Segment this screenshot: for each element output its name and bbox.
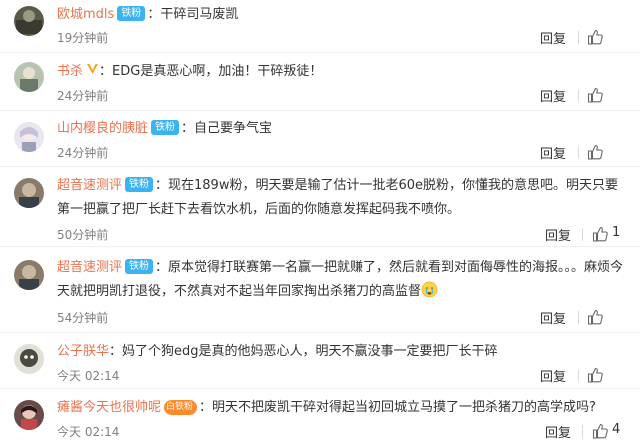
avatar[interactable]	[14, 62, 44, 92]
like-count: 1	[612, 225, 621, 240]
reply-button[interactable]: 回复	[540, 86, 566, 105]
comment-text: 欧城mdls 铁粉 ：干碎司马废凯	[57, 3, 624, 27]
like-icon[interactable]	[587, 87, 603, 103]
divider	[578, 31, 579, 44]
divider	[578, 146, 579, 159]
comment-text: 超音速测评 铁粉 ：现在189w粉，明天要是输了估计一批老60e脱粉，你懂我的意思吧…	[57, 174, 624, 222]
comment-item: 瘫酱今天也很帅呢 白铁粉 ：明天不把废凯干碎对得起当初回城立马摸了一把杀猪刀的高学成…	[0, 388, 640, 443]
crying-emoji-icon	[421, 281, 438, 298]
reply-button[interactable]: 回复	[540, 308, 566, 327]
avatar[interactable]	[14, 260, 44, 290]
username-link[interactable]: 欧城mdls	[57, 7, 114, 22]
like-icon[interactable]	[587, 367, 603, 383]
username-link[interactable]: 山内樱良的胰脏	[57, 121, 148, 136]
avatar[interactable]	[14, 122, 44, 152]
reply-button[interactable]: 回复	[540, 28, 566, 47]
comment-time: 今天 02:14	[57, 369, 120, 383]
divider	[582, 228, 583, 241]
like-icon[interactable]	[587, 309, 603, 325]
comment-content: ：明天不把废凯干碎对得起当初回城立马摸了一把杀猪刀的高学成吗?	[199, 400, 596, 415]
divider	[578, 311, 579, 324]
username-link[interactable]: 超音速测评	[57, 260, 122, 275]
reply-button[interactable]: 回复	[545, 422, 571, 441]
comment-item: 书杀 ：EDG是真恶心啊，加油！干碎叛徒！ 24分钟前 回复	[0, 52, 640, 111]
comment-item: 欧城mdls 铁粉 ：干碎司马废凯 19分钟前 回复	[0, 0, 640, 53]
avatar[interactable]	[14, 400, 44, 430]
comment-time: 54分钟前	[57, 311, 109, 325]
fan-badge[interactable]: 铁粉	[117, 6, 146, 21]
fan-badge[interactable]: 铁粉	[151, 120, 180, 135]
comment-content: ：干碎司马废凯	[147, 7, 239, 22]
fan-badge[interactable]: 铁粉	[125, 259, 154, 274]
divider	[582, 425, 583, 438]
like-icon[interactable]	[592, 226, 608, 242]
comment-text: 超音速测评 铁粉 ：原本觉得打联赛第一名赢一把就赚了，然后就看到对面侮辱性的海报。。…	[57, 256, 624, 304]
comment-item: 公子朕华：妈了个狗edg是真的他妈恶心人，明天不赢没事一定要把厂长干碎 今天 0…	[0, 332, 640, 389]
comment-time: 24分钟前	[57, 89, 109, 103]
username-link[interactable]: 瘫酱今天也很帅呢	[57, 400, 161, 415]
comment-text: 书杀 ：EDG是真恶心啊，加油！干碎叛徒！	[57, 60, 624, 84]
comment-item: 超音速测评 铁粉 ：原本觉得打联赛第一名赢一把就赚了，然后就看到对面侮辱性的海报。。…	[0, 246, 640, 333]
like-icon[interactable]	[587, 29, 603, 45]
comment-time: 今天 02:14	[57, 425, 120, 439]
comment-text: 山内樱良的胰脏 铁粉 ：自己要争气宝	[57, 117, 624, 141]
divider	[578, 89, 579, 102]
comment-time: 24分钟前	[57, 146, 109, 160]
comment-content: ：EDG是真恶心啊，加油！干碎叛徒！	[99, 64, 323, 79]
avatar[interactable]	[14, 344, 44, 374]
reply-button[interactable]: 回复	[540, 143, 566, 162]
comment-content: ：自己要争气宝	[181, 121, 273, 136]
like-icon[interactable]	[592, 423, 608, 439]
username-link[interactable]: 公子朕华	[57, 344, 109, 359]
username-link[interactable]: 书杀	[57, 64, 83, 79]
reply-button[interactable]: 回复	[540, 366, 566, 385]
comment-time: 50分钟前	[57, 228, 109, 242]
fan-badge[interactable]: 铁粉	[125, 177, 154, 192]
reply-button[interactable]: 回复	[545, 225, 571, 244]
comment-content: ：妈了个狗edg是真的他妈恶心人，明天不赢没事一定要把厂长干碎	[109, 344, 498, 359]
divider	[578, 369, 579, 382]
comment-item: 超音速测评 铁粉 ：现在189w粉，明天要是输了估计一批老60e脱粉，你懂我的意思吧…	[0, 166, 640, 247]
comment-text: 公子朕华：妈了个狗edg是真的他妈恶心人，明天不赢没事一定要把厂长干碎	[57, 340, 624, 364]
username-link[interactable]: 超音速测评	[57, 178, 122, 193]
comment-item: 山内樱良的胰脏 铁粉 ：自己要争气宝 24分钟前 回复	[0, 110, 640, 167]
avatar[interactable]	[14, 178, 44, 208]
fan-badge[interactable]: 白铁粉	[164, 400, 198, 415]
like-icon[interactable]	[587, 144, 603, 160]
verified-v-icon	[87, 64, 99, 74]
comment-time: 19分钟前	[57, 31, 109, 45]
like-count: 4	[612, 422, 621, 437]
comment-text: 瘫酱今天也很帅呢 白铁粉 ：明天不把废凯干碎对得起当初回城立马摸了一把杀猪刀的高学成…	[57, 396, 624, 420]
fan-badge-label: 白铁粉	[166, 402, 194, 412]
avatar[interactable]	[14, 6, 44, 36]
